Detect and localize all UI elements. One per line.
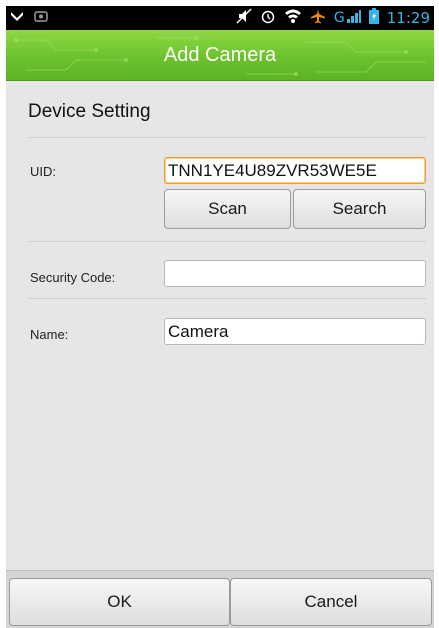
wifi-icon xyxy=(284,8,302,29)
battery-icon xyxy=(368,7,379,29)
divider xyxy=(28,137,426,138)
uid-input[interactable]: TNN1YE4U89ZVR53WE5E xyxy=(164,157,426,184)
status-bar: G 11:29 xyxy=(6,6,434,30)
alarm-icon xyxy=(260,8,276,29)
mute-icon xyxy=(236,7,252,29)
scan-button[interactable]: Scan xyxy=(164,189,291,229)
page-title: Add Camera xyxy=(163,44,277,66)
network-type-label: G xyxy=(333,10,345,26)
security-code-input[interactable] xyxy=(164,260,426,287)
app-screen: G 11:29 Add Camera Device Setting UID: T… xyxy=(6,6,434,628)
clock: 11:29 xyxy=(386,9,430,27)
name-label: Name: xyxy=(30,327,69,342)
cancel-button[interactable]: Cancel xyxy=(230,578,432,626)
notification-icon xyxy=(10,9,24,28)
ok-button[interactable]: OK xyxy=(9,578,230,626)
security-code-label: Security Code: xyxy=(30,270,116,285)
uid-label: UID: xyxy=(30,164,56,179)
title-bar: Add Camera xyxy=(6,30,434,81)
divider xyxy=(28,298,426,299)
section-title: Device Setting xyxy=(28,101,151,122)
bottom-action-bar: OK Cancel xyxy=(6,570,434,628)
signal-icon xyxy=(346,9,361,28)
gallery-icon xyxy=(34,9,48,28)
search-button[interactable]: Search xyxy=(293,189,426,229)
name-input[interactable]: Camera xyxy=(164,318,426,345)
divider xyxy=(28,241,426,242)
airplane-icon xyxy=(310,8,326,29)
